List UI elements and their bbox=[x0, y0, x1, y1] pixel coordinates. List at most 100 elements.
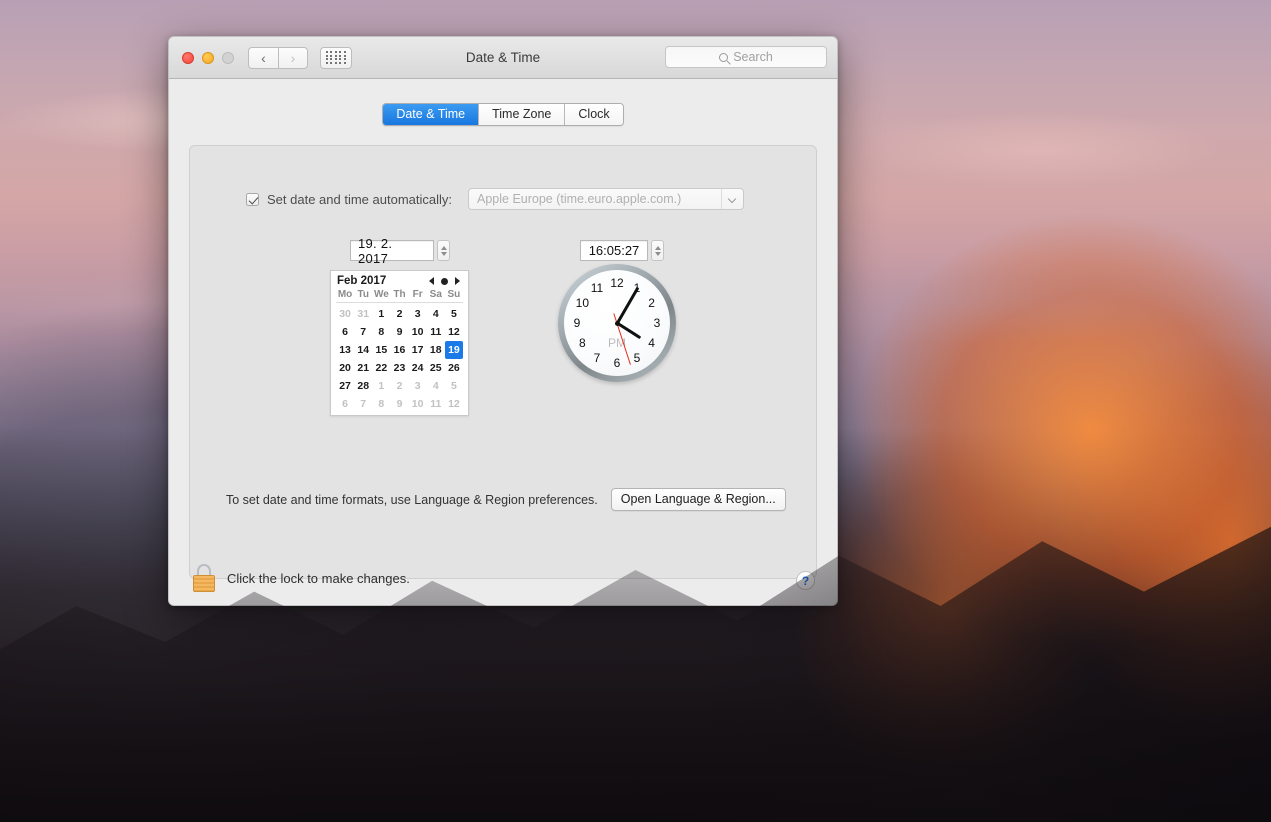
calendar-day[interactable]: 1 bbox=[372, 377, 390, 395]
minimize-button[interactable] bbox=[202, 51, 214, 64]
calendar-day[interactable]: 3 bbox=[409, 377, 427, 395]
calendar-day[interactable]: 20 bbox=[336, 359, 354, 377]
time-input[interactable]: 16:05:27 bbox=[580, 240, 648, 261]
set-automatically-row[interactable]: Set date and time automatically: bbox=[246, 192, 452, 207]
calendar-day[interactable]: 27 bbox=[336, 377, 354, 395]
calendar-header: Feb 2017 bbox=[336, 274, 463, 289]
stepper-up-icon[interactable] bbox=[654, 245, 661, 250]
time-server-dropdown[interactable]: Apple Europe (time.euro.apple.com.) bbox=[468, 188, 744, 210]
dropdown-arrow-box[interactable] bbox=[721, 189, 743, 209]
open-language-region-button[interactable]: Open Language & Region... bbox=[610, 488, 786, 511]
calendar-day-selected[interactable]: 19 bbox=[444, 341, 463, 359]
triangle-left-icon[interactable] bbox=[429, 277, 434, 285]
date-stepper[interactable]: 19. 2. 2017 bbox=[350, 236, 450, 266]
calendar-weekday: Fr bbox=[408, 289, 427, 303]
search-input[interactable]: Search bbox=[665, 46, 827, 68]
formats-description: To set date and time formats, use Langua… bbox=[226, 492, 598, 507]
forward-button[interactable]: › bbox=[278, 46, 308, 69]
calendar-day[interactable]: 25 bbox=[427, 359, 445, 377]
calendar-day[interactable]: 11 bbox=[427, 323, 445, 341]
help-button[interactable]: ? bbox=[796, 571, 815, 590]
tab-date-time[interactable]: Date & Time bbox=[383, 104, 480, 125]
calendar-day[interactable]: 12 bbox=[445, 323, 463, 341]
calendar-day[interactable]: 14 bbox=[354, 341, 372, 359]
time-server-value: Apple Europe (time.euro.apple.com.) bbox=[477, 192, 682, 206]
time-stepper-arrows[interactable] bbox=[651, 240, 664, 261]
calendar-day[interactable]: 6 bbox=[336, 395, 354, 413]
calendar-day[interactable]: 9 bbox=[390, 395, 408, 413]
window-titlebar[interactable]: ‹ › Date & Time Search bbox=[169, 37, 837, 79]
calendar-day[interactable]: 26 bbox=[445, 359, 463, 377]
calendar-nav bbox=[429, 277, 462, 285]
desktop-wallpaper: ‹ › Date & Time Search Date & Time Time … bbox=[0, 0, 1271, 822]
calendar-day[interactable]: 11 bbox=[427, 395, 445, 413]
close-button[interactable] bbox=[182, 51, 194, 64]
date-input[interactable]: 19. 2. 2017 bbox=[350, 236, 434, 266]
calendar-day[interactable]: 30 bbox=[336, 305, 354, 323]
calendar-day[interactable]: 28 bbox=[354, 377, 372, 395]
stepper-down-icon[interactable] bbox=[654, 251, 661, 256]
calendar-day[interactable]: 23 bbox=[390, 359, 408, 377]
calendar-day[interactable]: 17 bbox=[409, 341, 427, 359]
calendar-weekday: Sa bbox=[426, 289, 445, 303]
time-stepper[interactable]: 16:05:27 bbox=[580, 240, 664, 261]
calendar-grid[interactable]: Mo Tu We Th Fr Sa Su 30 31 1 2 3 4 5 6 7 8 9 10 11 12 13 14 15 1… bbox=[336, 289, 463, 413]
calendar-day[interactable]: 24 bbox=[409, 359, 427, 377]
calendar-day[interactable]: 15 bbox=[372, 341, 390, 359]
search-placeholder: Search bbox=[733, 50, 773, 64]
clock-numeral: 9 bbox=[573, 316, 581, 330]
date-picker-calendar[interactable]: Feb 2017 Mo Tu We Th Fr Sa Su 30 31 1 2 3 4 5 6 7 8 9 10 11… bbox=[330, 270, 469, 416]
calendar-day[interactable]: 21 bbox=[354, 359, 372, 377]
calendar-day[interactable]: 7 bbox=[354, 323, 372, 341]
calendar-day[interactable]: 4 bbox=[427, 305, 445, 323]
calendar-day[interactable]: 2 bbox=[390, 377, 408, 395]
lock-row[interactable]: Click the lock to make changes. bbox=[193, 564, 410, 592]
tab-clock[interactable]: Clock bbox=[565, 104, 623, 125]
clock-numeral: 10 bbox=[575, 296, 590, 310]
show-all-grid-icon bbox=[325, 51, 347, 64]
date-stepper-arrows[interactable] bbox=[437, 240, 450, 261]
clock-numeral: 1 bbox=[633, 281, 641, 296]
calendar-day[interactable]: 4 bbox=[427, 377, 445, 395]
navigation-buttons: ‹ › bbox=[248, 46, 308, 69]
stepper-up-icon[interactable] bbox=[440, 245, 447, 250]
lock-closed-icon[interactable] bbox=[193, 564, 215, 592]
calendar-day[interactable]: 5 bbox=[445, 377, 463, 395]
calendar-day[interactable]: 31 bbox=[354, 305, 372, 323]
calendar-day[interactable]: 8 bbox=[372, 323, 390, 341]
calendar-day[interactable]: 6 bbox=[336, 323, 354, 341]
calendar-day[interactable]: 9 bbox=[390, 323, 408, 341]
window-body: Date & Time Time Zone Clock Set date and… bbox=[169, 79, 837, 605]
calendar-day[interactable]: 1 bbox=[372, 305, 390, 323]
calendar-day[interactable]: 16 bbox=[390, 341, 408, 359]
clock-numeral: 3 bbox=[653, 316, 661, 330]
clock-numeral: 5 bbox=[633, 350, 641, 365]
calendar-day[interactable]: 12 bbox=[445, 395, 463, 413]
calendar-day[interactable]: 10 bbox=[409, 323, 427, 341]
stepper-down-icon[interactable] bbox=[440, 251, 447, 256]
calendar-day[interactable]: 22 bbox=[372, 359, 390, 377]
zoom-button[interactable] bbox=[222, 51, 234, 64]
triangle-right-icon[interactable] bbox=[455, 277, 460, 285]
window-controls bbox=[182, 51, 234, 64]
calendar-day[interactable]: 7 bbox=[354, 395, 372, 413]
clock-face: PM 12 1 2 3 4 5 6 7 8 9 10 11 bbox=[564, 270, 670, 376]
calendar-day[interactable]: 13 bbox=[336, 341, 354, 359]
calendar-weekday: Tu bbox=[354, 289, 373, 303]
help-question-icon: ? bbox=[801, 573, 810, 588]
dot-icon[interactable] bbox=[441, 277, 448, 285]
system-preferences-window: ‹ › Date & Time Search Date & Time Time … bbox=[168, 36, 838, 606]
calendar-day[interactable]: 3 bbox=[409, 305, 427, 323]
calendar-day[interactable]: 2 bbox=[390, 305, 408, 323]
tab-time-zone[interactable]: Time Zone bbox=[479, 104, 566, 125]
back-button[interactable]: ‹ bbox=[248, 46, 278, 69]
search-icon bbox=[719, 52, 729, 62]
calendar-day[interactable]: 10 bbox=[409, 395, 427, 413]
set-automatically-checkbox[interactable] bbox=[246, 193, 259, 206]
calendar-day[interactable]: 18 bbox=[427, 341, 445, 359]
show-all-button[interactable] bbox=[320, 46, 352, 69]
analog-clock: PM 12 1 2 3 4 5 6 7 8 9 10 11 bbox=[558, 264, 676, 382]
clock-numeral: 6 bbox=[613, 356, 621, 370]
calendar-day[interactable]: 8 bbox=[372, 395, 390, 413]
calendar-day[interactable]: 5 bbox=[445, 305, 463, 323]
